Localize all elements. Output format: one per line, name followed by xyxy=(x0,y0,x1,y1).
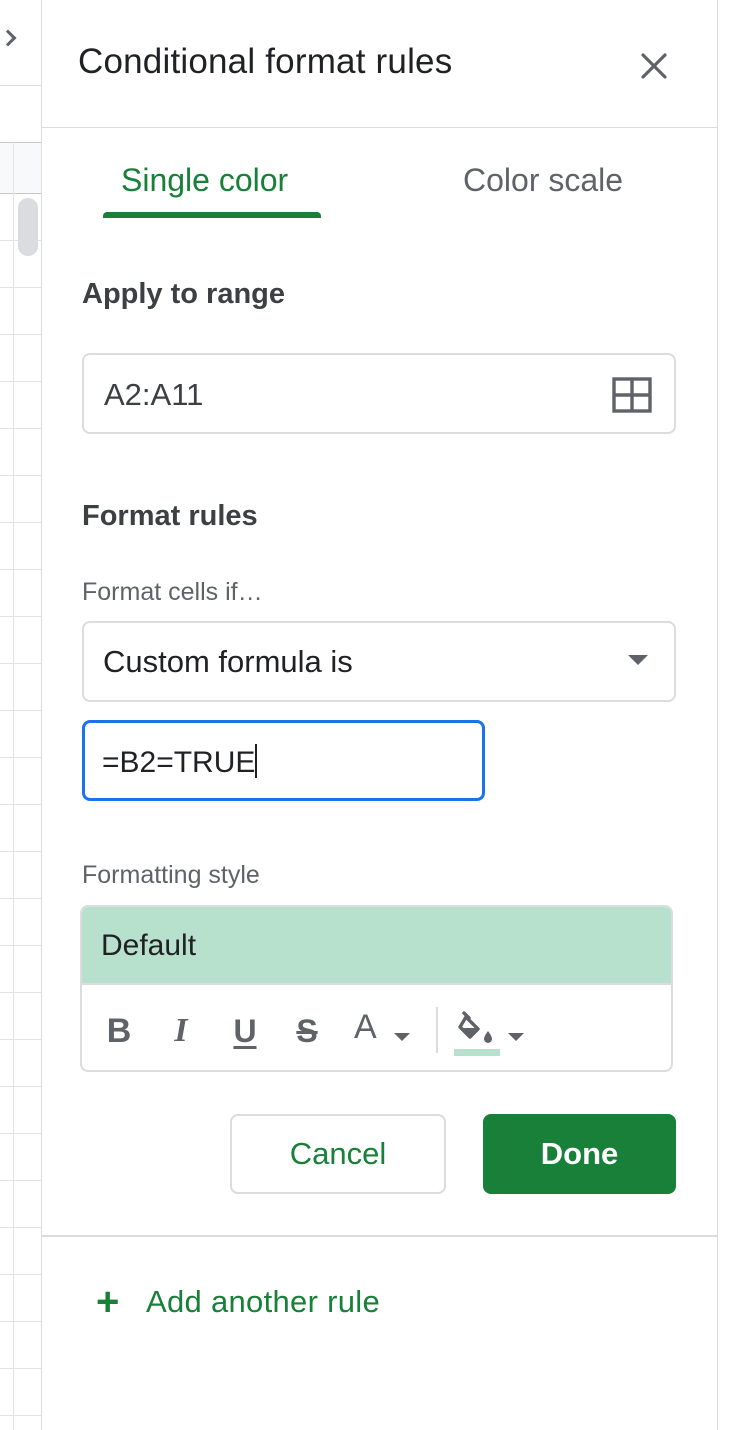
style-preview-text: Default xyxy=(101,929,197,962)
condition-value: Custom formula is xyxy=(103,644,353,679)
italic-button[interactable]: I xyxy=(164,1009,198,1053)
panel-title: Conditional format rules xyxy=(78,42,453,81)
tab-single-color[interactable]: Single color xyxy=(121,162,288,199)
fill-color-caret-icon xyxy=(508,1033,524,1041)
toolbar-divider xyxy=(436,1007,438,1053)
text-color-icon: A xyxy=(354,1008,377,1046)
grid-cells[interactable] xyxy=(0,194,41,1430)
formatting-style-label: Formatting style xyxy=(82,861,260,889)
range-input[interactable]: A2:A11 xyxy=(82,353,676,434)
text-color-caret-icon xyxy=(394,1033,410,1041)
dropdown-caret-icon xyxy=(628,655,648,665)
collapse-arrow-icon[interactable] xyxy=(0,29,17,47)
style-preset-dropdown[interactable]: Default xyxy=(82,907,671,985)
text-color-button[interactable]: A xyxy=(352,1008,418,1053)
column-gridline xyxy=(13,142,14,1430)
add-rule-label: Add another rule xyxy=(146,1284,381,1319)
scrollbar-thumb[interactable] xyxy=(18,198,38,256)
format-cells-if-label: Format cells if… xyxy=(82,578,263,606)
cancel-button[interactable]: Cancel xyxy=(230,1114,446,1194)
formula-text-wrapper: =B2=TRUE xyxy=(102,744,258,780)
close-icon xyxy=(641,53,667,79)
text-cursor xyxy=(255,744,258,778)
paint-bucket-icon xyxy=(458,1011,492,1043)
right-margin xyxy=(718,0,742,1430)
column-header-cell xyxy=(0,142,41,194)
conditional-format-panel: Conditional format rules Single color Co… xyxy=(42,0,718,1430)
style-toolbar: B I U S A xyxy=(82,987,671,1070)
underline-button[interactable]: U xyxy=(228,1009,262,1053)
strikethrough-button[interactable]: S xyxy=(290,1009,324,1053)
apply-to-range-heading: Apply to range xyxy=(82,278,286,310)
range-value: A2:A11 xyxy=(104,377,204,412)
active-tab-indicator xyxy=(103,212,321,218)
format-rules-heading: Format rules xyxy=(82,500,258,532)
formula-input[interactable]: =B2=TRUE xyxy=(82,720,485,801)
condition-dropdown[interactable]: Custom formula is xyxy=(82,621,676,702)
plus-icon: + xyxy=(96,1280,120,1324)
fill-color-button[interactable] xyxy=(454,1009,528,1056)
rule-type-tabs: Single color Color scale xyxy=(42,128,718,220)
grid-select-icon[interactable] xyxy=(612,377,652,413)
spreadsheet-grid-strip xyxy=(0,0,42,1430)
done-button[interactable]: Done xyxy=(483,1114,676,1194)
formula-value: =B2=TRUE xyxy=(102,746,256,779)
section-divider xyxy=(42,1235,718,1237)
tab-color-scale[interactable]: Color scale xyxy=(463,162,623,199)
panel-header: Conditional format rules xyxy=(42,0,718,128)
fill-color-swatch xyxy=(454,1049,500,1056)
toolbar-edge xyxy=(0,0,41,86)
bold-button[interactable]: B xyxy=(104,1009,134,1053)
close-button[interactable] xyxy=(632,44,676,88)
formatting-style-box: Default B I U S A xyxy=(80,905,673,1072)
